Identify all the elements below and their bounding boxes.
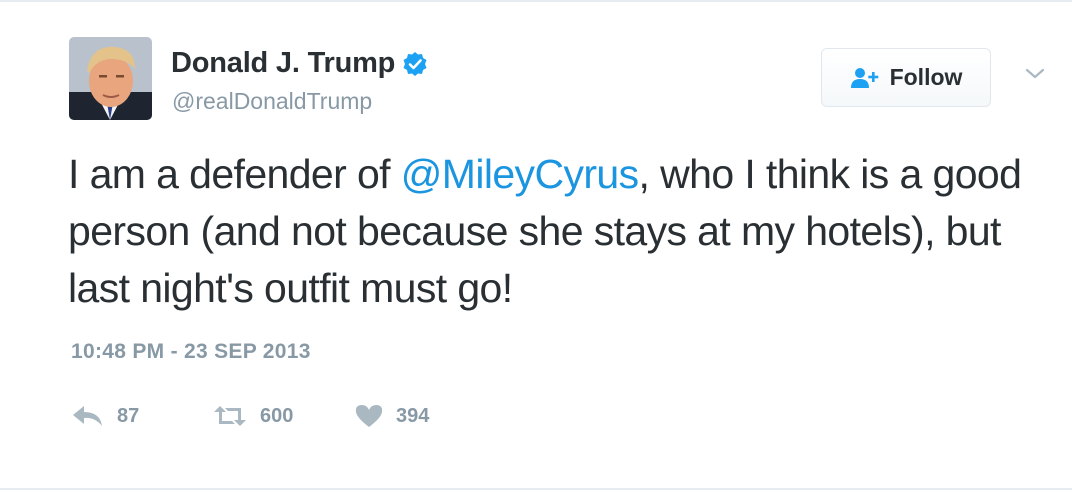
retweet-icon <box>214 406 246 426</box>
display-name[interactable]: Donald J. Trump <box>171 47 428 80</box>
reply-button[interactable]: 87 <box>71 398 139 434</box>
display-name-text: Donald J. Trump <box>171 47 396 79</box>
like-button[interactable]: 394 <box>354 398 429 434</box>
reply-icon <box>73 406 102 426</box>
top-divider <box>0 0 1072 2</box>
reply-count: 87 <box>117 404 140 427</box>
follow-button[interactable]: Follow <box>821 48 991 107</box>
avatar[interactable] <box>69 37 152 120</box>
add-user-icon <box>850 67 878 88</box>
tweet-text: I am a defender of @MileyCyrus, who I th… <box>68 146 1028 317</box>
retweet-button[interactable]: 600 <box>212 398 293 434</box>
tweet-text-before: I am a defender of <box>68 151 401 197</box>
chevron-down-icon <box>1025 68 1045 79</box>
more-options-button[interactable] <box>1024 66 1046 82</box>
like-count: 394 <box>396 404 430 427</box>
user-handle[interactable]: @realDonaldTrump <box>172 88 372 115</box>
mention-link[interactable]: @MileyCyrus <box>401 151 639 197</box>
retweet-count: 600 <box>260 404 294 427</box>
tweet-timestamp[interactable]: 10:48 PM - 23 SEP 2013 <box>71 340 311 364</box>
avatar-image <box>69 37 152 120</box>
bottom-divider <box>0 488 1072 490</box>
follow-button-label: Follow <box>889 64 963 90</box>
verified-badge-icon <box>402 51 428 77</box>
heart-icon <box>355 405 383 427</box>
